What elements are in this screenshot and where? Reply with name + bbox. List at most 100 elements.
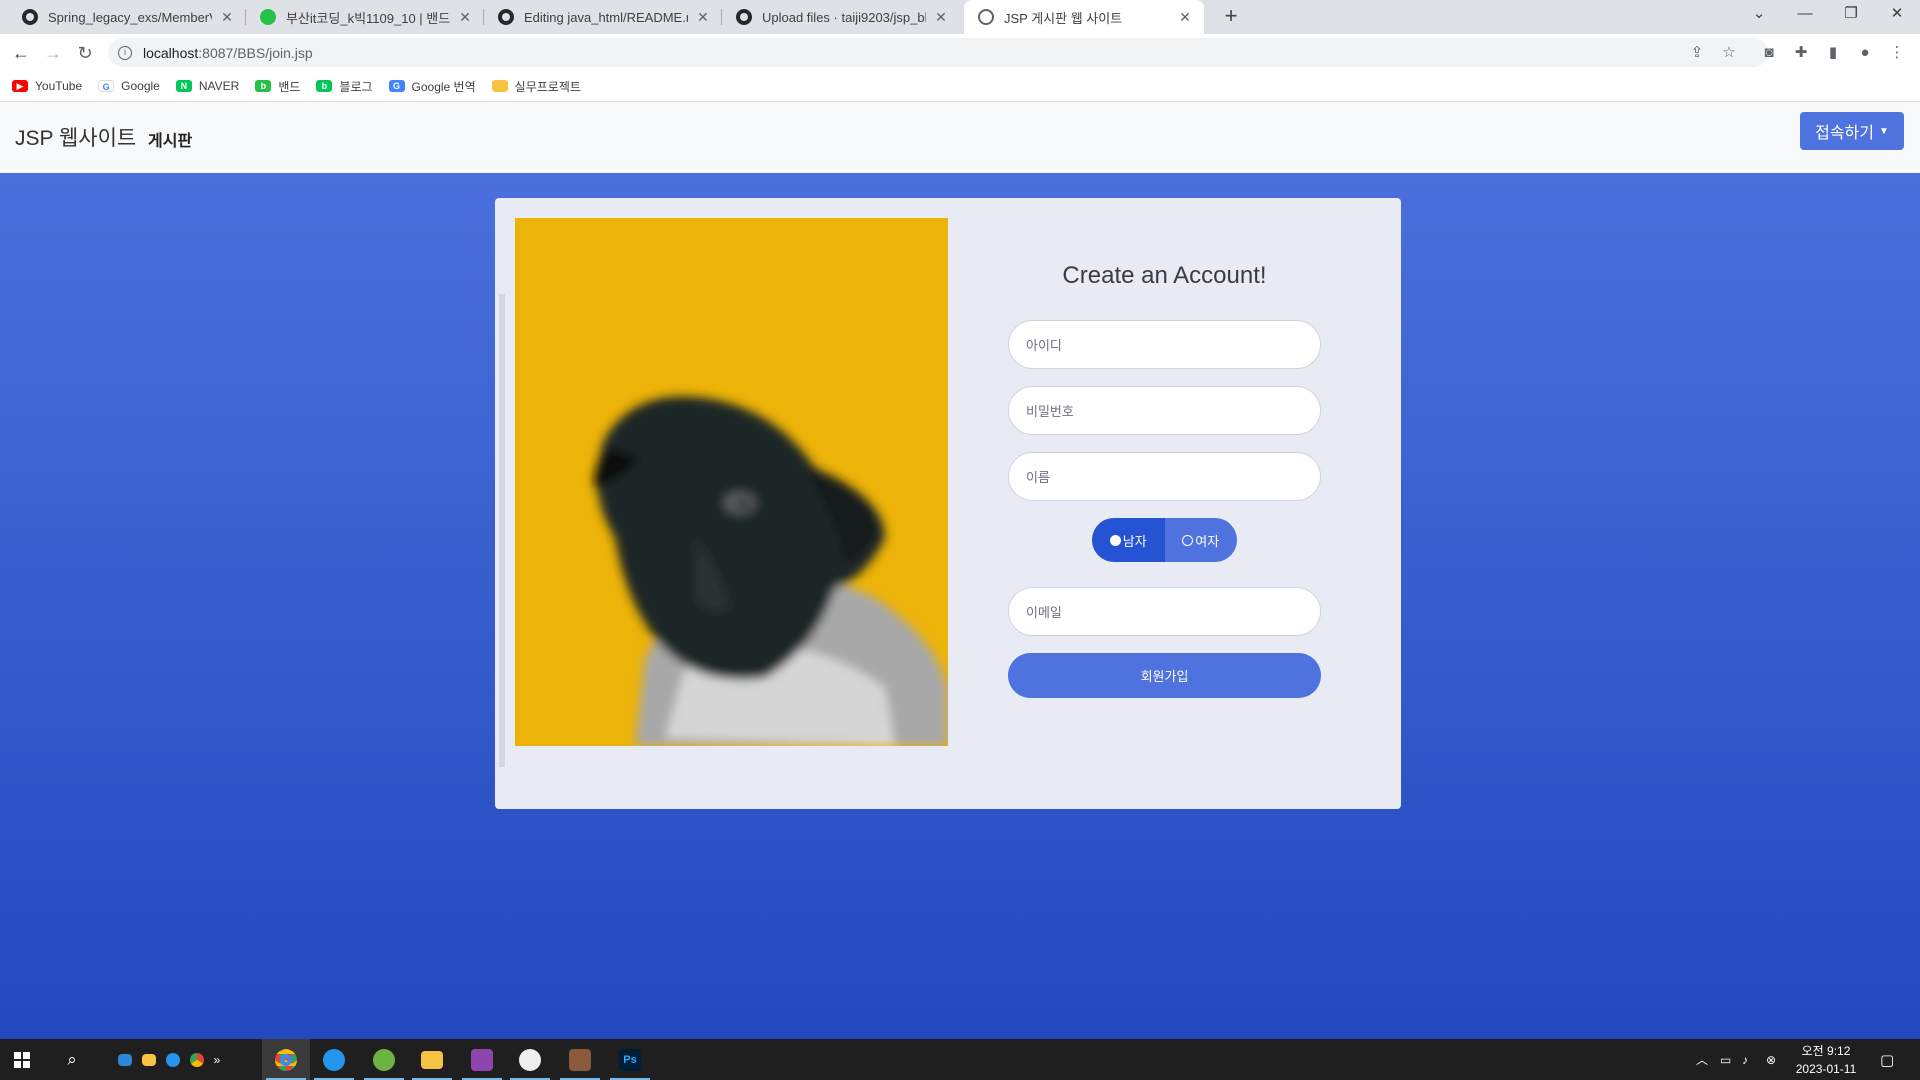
caret-down-icon: ▼ <box>1878 125 1889 137</box>
game-taskbar-app[interactable] <box>506 1039 554 1080</box>
site-info-icon[interactable]: i <box>118 45 132 60</box>
desktop-icon[interactable] <box>112 1039 138 1080</box>
name-placeholder: 이름 <box>1026 470 1050 485</box>
overflow-chevron-icon[interactable]: » <box>206 1039 228 1080</box>
taskbar-clock[interactable]: 오전 9:12 2023-01-11 <box>1786 1042 1866 1078</box>
clock-date: 2023-01-11 <box>1795 1062 1857 1076</box>
connect-dropdown-button[interactable]: 접속하기 ▼ <box>1800 112 1904 150</box>
email-placeholder: 이메일 <box>1026 605 1062 620</box>
url-host: localhost <box>143 44 199 61</box>
forward-icon[interactable]: → <box>40 40 66 66</box>
docker-small-icon[interactable] <box>160 1039 186 1080</box>
tab-search-icon[interactable]: ⌄ <box>1736 0 1782 30</box>
youtube-icon: ▶ <box>12 80 28 92</box>
search-icon[interactable]: ⌕ <box>50 1039 94 1080</box>
bookmark-label: 실무프로젝트 <box>514 79 581 94</box>
pug-dog-image <box>594 396 948 746</box>
status-x-icon[interactable]: ⊗ <box>1766 1039 1776 1080</box>
bookmark-google[interactable]: G Google <box>98 79 160 93</box>
band-icon: b <box>255 80 272 92</box>
notepad-taskbar-app[interactable] <box>458 1039 506 1080</box>
folder-icon <box>491 80 508 92</box>
profile-icon[interactable]: ● <box>1854 40 1876 66</box>
volume-icon[interactable]: ♪ <box>1742 1039 1748 1080</box>
windows-start-icon[interactable] <box>0 1039 44 1080</box>
bookmark-star-icon[interactable]: ☆ <box>1718 40 1740 66</box>
game2-taskbar-app[interactable] <box>556 1039 604 1080</box>
side-panel-icon[interactable]: ▮ <box>1822 40 1844 66</box>
nav-link-board[interactable]: 게시판 <box>148 127 192 151</box>
address-bar[interactable]: i localhost:8087/BBS/join.jsp <box>108 38 1768 67</box>
url-path: :8087/BBS/join.jsp <box>198 44 313 61</box>
close-tab-icon[interactable]: ✕ <box>932 9 950 26</box>
extensions-icon[interactable]: ✚ <box>1790 40 1812 66</box>
bookmark-label: Google 번역 <box>411 79 476 94</box>
name-input[interactable]: 이름 <box>1008 452 1321 501</box>
email-input[interactable]: 이메일 <box>1008 587 1321 636</box>
browser-tab-active[interactable]: JSP 게시판 웹 사이트 ✕ <box>964 0 1204 34</box>
bookmark-band[interactable]: b 밴드 <box>255 78 300 95</box>
camera-icon[interactable]: ◙ <box>1758 40 1780 66</box>
github-icon <box>22 9 38 25</box>
register-card: Create an Account! 아이디 비밀번호 이름 남자 여자 이메일… <box>495 198 1401 809</box>
file-explorer-taskbar-app[interactable] <box>408 1039 456 1080</box>
register-image <box>515 218 948 746</box>
site-brand[interactable]: JSP 웹사이트 <box>15 122 136 152</box>
bookmark-youtube[interactable]: ▶ YouTube <box>12 79 82 93</box>
globe-icon <box>978 9 994 25</box>
radio-empty-icon <box>1182 534 1194 546</box>
page-content: JSP 웹사이트 게시판 접속하기 ▼ Create an Account! 아… <box>0 102 1920 1039</box>
photoshop-taskbar-app[interactable]: Ps <box>606 1039 654 1080</box>
tab-title: JSP 게시판 웹 사이트 <box>1004 10 1123 26</box>
spring-taskbar-app[interactable] <box>360 1039 408 1080</box>
form-heading: Create an Account! <box>1062 262 1267 289</box>
browser-tab[interactable]: Upload files · taiji9203/jsp_bbs ✕ <box>722 0 960 34</box>
minimize-button[interactable]: — <box>1782 0 1828 30</box>
signup-label: 회원가입 <box>1140 669 1189 684</box>
password-input[interactable]: 비밀번호 <box>1008 386 1321 435</box>
blog-icon: b <box>316 80 333 92</box>
bookmark-folder[interactable]: 실무프로젝트 <box>491 78 581 95</box>
gender-male-option[interactable]: 남자 <box>1092 518 1165 562</box>
github-icon <box>736 9 752 25</box>
photoshop-icon: Ps <box>619 1048 641 1071</box>
password-placeholder: 비밀번호 <box>1026 404 1074 419</box>
notification-icon[interactable]: ▢ <box>1880 1039 1894 1080</box>
tab-strip: Spring_legacy_exs/MemberVO.ja ✕ 부산it코딩_k… <box>0 0 1920 34</box>
menu-icon[interactable]: ⋮ <box>1886 40 1908 66</box>
restore-button[interactable]: ❐ <box>1828 0 1874 30</box>
docker-taskbar-app[interactable] <box>310 1039 358 1080</box>
close-tab-icon[interactable]: ✕ <box>694 9 712 26</box>
back-icon[interactable]: ← <box>8 40 34 66</box>
bookmark-label: Google <box>121 79 160 93</box>
reload-icon[interactable]: ↻ <box>72 40 98 66</box>
close-tab-icon[interactable]: ✕ <box>218 9 236 26</box>
network-icon[interactable]: ▭ <box>1720 1039 1731 1080</box>
bookmark-naver[interactable]: N NAVER <box>175 79 240 93</box>
gender-female-option[interactable]: 여자 <box>1164 518 1237 562</box>
signup-button[interactable]: 회원가입 <box>1008 653 1321 698</box>
band-icon <box>260 9 276 25</box>
game-icon <box>519 1048 541 1071</box>
new-tab-button[interactable]: + <box>1217 4 1245 30</box>
bookmark-google-translate[interactable]: G Google 번역 <box>388 78 476 95</box>
bookmark-blog[interactable]: b 블로그 <box>316 78 373 95</box>
browser-toolbar: ← → ↻ i localhost:8087/BBS/join.jsp ⇪ ☆ … <box>0 34 1920 71</box>
close-tab-icon[interactable]: ✕ <box>456 9 474 26</box>
tab-title: Spring_legacy_exs/MemberVO.ja <box>48 9 212 25</box>
bookmark-label: YouTube <box>35 79 83 93</box>
translate-icon: G <box>388 80 405 92</box>
tab-title: Editing java_html/README.md a <box>524 9 688 25</box>
bookmark-label: NAVER <box>198 79 240 93</box>
chrome-taskbar-app[interactable] <box>262 1039 310 1080</box>
share-icon[interactable]: ⇪ <box>1686 40 1708 66</box>
browser-tab[interactable]: Spring_legacy_exs/MemberVO.ja ✕ <box>8 0 246 34</box>
bookmark-label: 블로그 <box>339 79 373 94</box>
file-explorer-small-icon[interactable] <box>136 1039 162 1080</box>
close-tab-icon[interactable]: ✕ <box>1176 9 1194 26</box>
close-window-button[interactable]: ✕ <box>1874 0 1920 30</box>
id-input[interactable]: 아이디 <box>1008 320 1321 369</box>
browser-tab[interactable]: Editing java_html/README.md a ✕ <box>484 0 722 34</box>
tray-overflow-icon[interactable]: ︿ <box>1696 1039 1708 1080</box>
browser-tab[interactable]: 부산it코딩_k빅1109_10 | 밴드 ✕ <box>246 0 484 34</box>
